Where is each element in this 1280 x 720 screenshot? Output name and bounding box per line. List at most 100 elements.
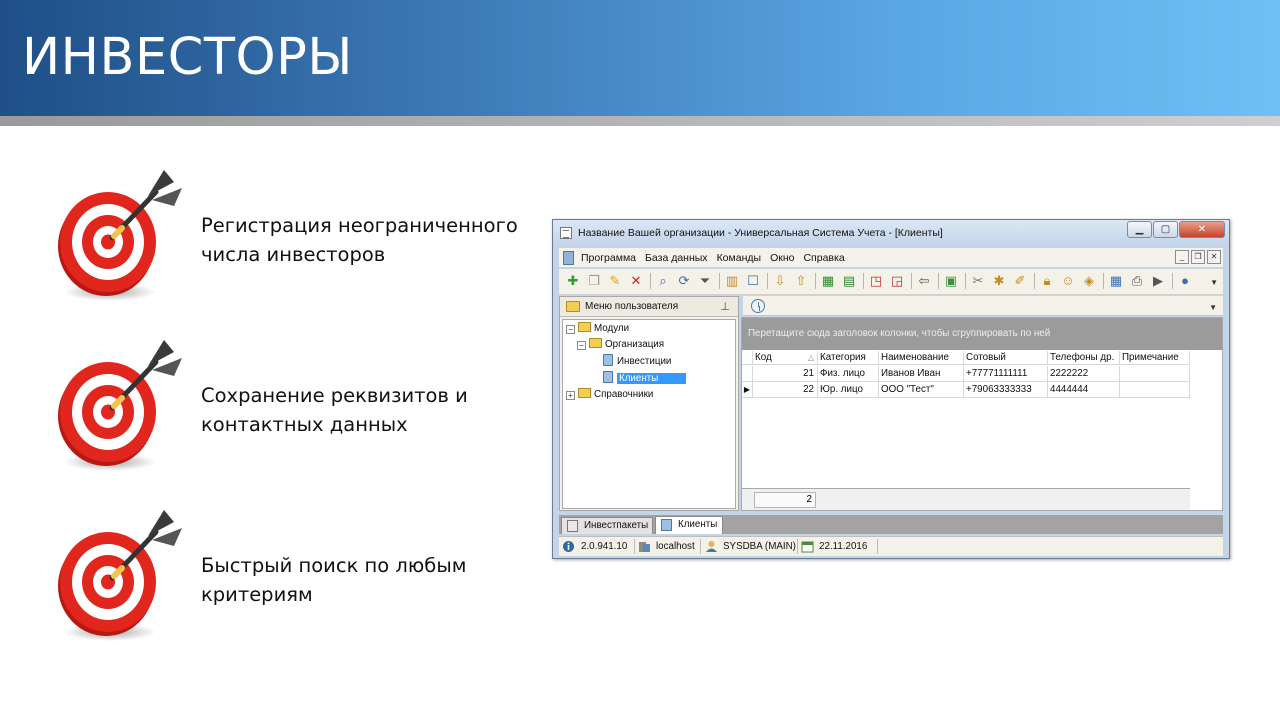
user-menu-header: Меню пользователя ⊥ [560,297,738,317]
notes-icon[interactable]: ✐ [1012,273,1028,289]
grid-toolbar-overflow-icon[interactable]: ▼ [1209,303,1217,312]
cell-code[interactable]: 21 [753,366,818,382]
close-window-icon[interactable]: ◲ [889,273,905,289]
settings-icon[interactable]: ✱ [991,273,1007,289]
chart-icon[interactable]: ▥ [724,273,740,289]
edit-icon[interactable]: ✎ [607,273,623,289]
column-header-mobile[interactable]: Сотовый [964,351,1048,365]
cell-name[interactable]: Иванов Иван [879,366,964,382]
column-header-note[interactable]: Примечание [1120,351,1190,365]
help-icon[interactable]: ● [1177,273,1193,289]
tools-icon[interactable]: ✂ [970,273,986,289]
table-row[interactable]: 21 Физ. лицо Иванов Иван +77771111111 22… [742,366,1190,382]
cell-mobile[interactable]: +79063333333 [964,382,1048,398]
document-tabs: Инвестпакеты Клиенты [559,515,1223,534]
user-icon [706,541,717,552]
mdi-restore-button[interactable]: ❐ [1191,250,1205,264]
lock-icon[interactable]: 🔒︎ [1039,273,1055,289]
grid-toolbar: ▼ [743,296,1223,316]
toolbar-overflow-icon[interactable]: ▼ [1210,278,1218,287]
cell-category[interactable]: Физ. лицо [818,366,879,382]
search-icon[interactable]: ⌕ [655,273,671,289]
column-header-category[interactable]: Категория [818,351,879,365]
minimize-button[interactable]: ▁ [1127,221,1152,238]
cell-note[interactable] [1120,382,1190,398]
bullet-1-text: Регистрация неограниченного числа инвест… [201,211,518,269]
add-icon[interactable]: ✚ [565,273,581,289]
mdi-close-button[interactable]: ✕ [1207,250,1221,264]
cell-mobile[interactable]: +77771111111 [964,366,1048,382]
comment-icon[interactable]: ☐ [745,273,761,289]
bullet-3: Быстрый поиск по любым критериям [52,506,522,646]
cell-code[interactable]: 22 [753,382,818,398]
cell-name[interactable]: ООО "Тест" [879,382,964,398]
current-row-indicator-icon: ▶ [742,382,753,398]
folder-icon [589,338,602,348]
tree-node-references[interactable]: + Справочники [566,387,653,403]
table-doc-icon [661,519,672,531]
maximize-button[interactable]: ▢ [1153,221,1178,238]
document-icon[interactable] [563,251,574,265]
excel-dropdown-icon[interactable]: ▤ [841,273,857,289]
table-row[interactable]: ▶ 22 Юр. лицо ООО "Тест" +79063333333 44… [742,382,1190,398]
import-icon[interactable]: ⇩ [772,273,788,289]
pin-icon[interactable]: ⊥ [720,300,730,313]
new-window-icon[interactable]: ◳ [868,273,884,289]
menu-commands[interactable]: Команды [717,252,762,264]
menu-bar: Программа База данных Команды Окно Справ… [559,248,1223,268]
tree-node-organization[interactable]: − Организация [577,337,664,353]
users-icon[interactable]: ☺ [1060,273,1076,289]
column-header-phones[interactable]: Телефоны др. [1048,351,1120,365]
cell-phones[interactable]: 4444444 [1048,382,1120,398]
tree-node-clients[interactable]: Клиенты [603,371,687,387]
bullet-1-line1: Регистрация неограниченного [201,214,518,237]
copy-icon[interactable]: ❐ [586,273,602,289]
user-menu-title: Меню пользователя [585,301,679,312]
gift-icon[interactable]: ◈ [1081,273,1097,289]
tab-investpackages[interactable]: Инвестпакеты [561,517,653,534]
collapse-icon[interactable]: − [566,325,575,334]
window-titlebar[interactable]: Название Вашей организации - Универсальн… [553,220,1229,246]
cell-phones[interactable]: 2222222 [1048,366,1120,382]
menu-window[interactable]: Окно [770,252,794,264]
column-header-code[interactable]: Код △ [753,351,818,365]
menu-help[interactable]: Справка [803,252,844,264]
tree-node-modules[interactable]: − Модули [566,321,629,337]
print-icon[interactable]: ⎙ [1129,273,1145,289]
excel-icon[interactable]: ▦ [820,273,836,289]
folder-icon [578,322,591,332]
menu-program[interactable]: Программа [581,252,636,264]
expand-icon[interactable]: + [566,391,575,400]
database-server-icon [639,542,650,552]
filter-icon[interactable]: ⏷ [697,273,713,289]
list-icon [567,520,578,532]
calendar-icon[interactable]: ▣ [943,273,959,289]
clock-icon[interactable] [751,299,765,313]
export-icon[interactable]: ⇧ [793,273,809,289]
record-count: 2 [754,492,816,508]
mdi-minimize-button[interactable]: _ [1175,250,1189,264]
row-indicator-header [742,351,753,365]
cell-category[interactable]: Юр. лицо [818,382,879,398]
sort-ascending-icon: △ [807,353,814,362]
table-icon[interactable]: ▦ [1108,273,1124,289]
collapse-icon[interactable]: − [577,341,586,350]
clients-grid: Перетащите сюда заголовок колонки, чтобы… [741,317,1223,511]
tab-clients[interactable]: Клиенты [655,516,723,534]
refresh-icon[interactable]: ⟳ [676,273,692,289]
status-version: 2.0.941.10 [581,541,628,552]
bullet-3-text: Быстрый поиск по любым критериям [201,551,466,609]
column-header-name[interactable]: Наименование [879,351,964,365]
close-button[interactable]: ✕ [1179,221,1225,238]
calendar-icon [801,541,814,553]
delete-icon[interactable]: ✕ [628,273,644,289]
cell-note[interactable] [1120,366,1190,382]
tree-node-investments[interactable]: Инвестиции [603,354,671,370]
play-icon[interactable]: ▶ [1150,273,1166,289]
bullet-1: Регистрация неограниченного числа инвест… [52,166,522,306]
menu-database[interactable]: База данных [645,252,708,264]
status-user: SYSDBA (MAIN) [723,541,796,552]
table-doc-icon [603,371,613,383]
group-by-panel[interactable]: Перетащите сюда заголовок колонки, чтобы… [742,318,1222,350]
exit-icon[interactable]: ⇦ [916,273,932,289]
